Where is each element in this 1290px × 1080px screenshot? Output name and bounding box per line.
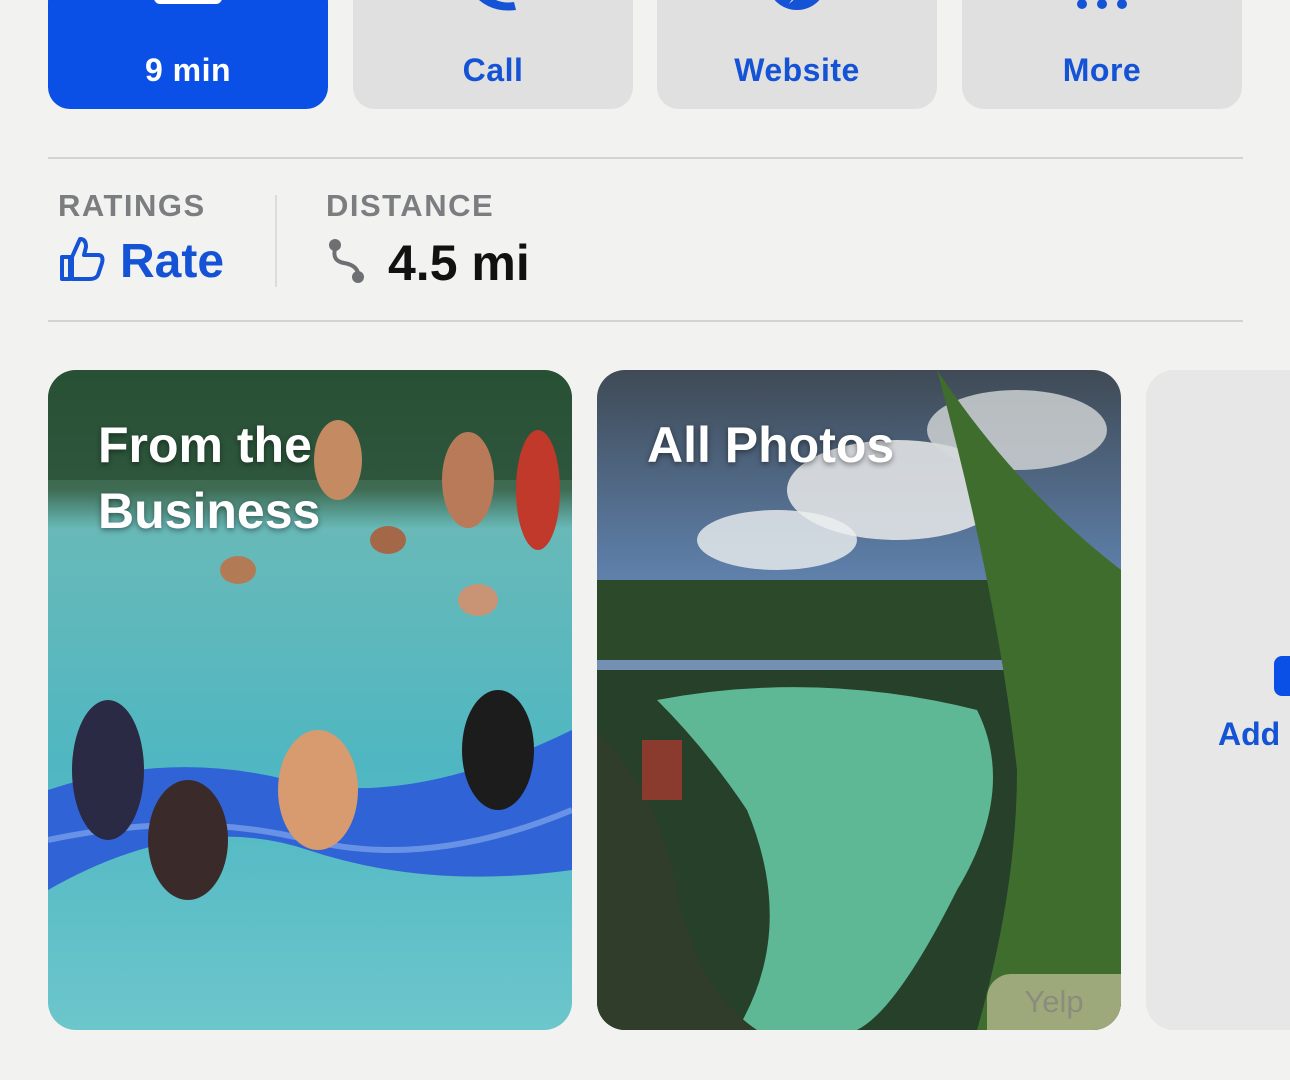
rate-label: Rate <box>120 235 225 288</box>
thumbs-up-icon <box>58 235 106 288</box>
ellipsis-icon <box>1072 0 1132 15</box>
car-icon <box>150 0 226 15</box>
ratings-title: RATINGS <box>58 188 206 223</box>
rate-button[interactable]: Rate <box>58 234 224 289</box>
directions-button[interactable]: 9 min <box>48 0 328 109</box>
divider-top <box>48 157 1243 159</box>
distance-title: DISTANCE <box>326 188 495 223</box>
more-button[interactable]: More <box>962 0 1242 109</box>
yelp-badge: Yelp <box>987 974 1121 1030</box>
from-business-title: From the Business <box>98 417 321 539</box>
compass-icon <box>765 0 829 19</box>
route-icon <box>326 237 366 290</box>
website-label: Website <box>734 52 860 88</box>
call-button[interactable]: Call <box>353 0 633 109</box>
add-photo-icon <box>1274 656 1290 696</box>
website-button[interactable]: Website <box>657 0 937 109</box>
distance-section: DISTANCE 4.5 mi <box>326 188 530 292</box>
directions-label: 9 min <box>144 52 232 88</box>
all-photos-card[interactable]: All Photos Yelp <box>597 370 1121 1030</box>
info-separator <box>275 195 277 287</box>
ratings-section: RATINGS Rate <box>58 188 224 289</box>
divider-bottom <box>48 320 1243 322</box>
all-photos-title: All Photos <box>647 417 895 473</box>
place-card-screen: 9 min Call Website More RATINGS Rate DIS… <box>0 0 1290 1080</box>
call-label: Call <box>462 52 524 88</box>
phone-icon <box>458 0 528 19</box>
more-label: More <box>1062 52 1142 88</box>
add-photo-label: Add <box>1218 716 1281 752</box>
from-business-card[interactable]: From the Business <box>48 370 572 1030</box>
distance-value: 4.5 mi <box>388 235 530 291</box>
add-photo-card[interactable]: Add <box>1146 370 1290 1030</box>
